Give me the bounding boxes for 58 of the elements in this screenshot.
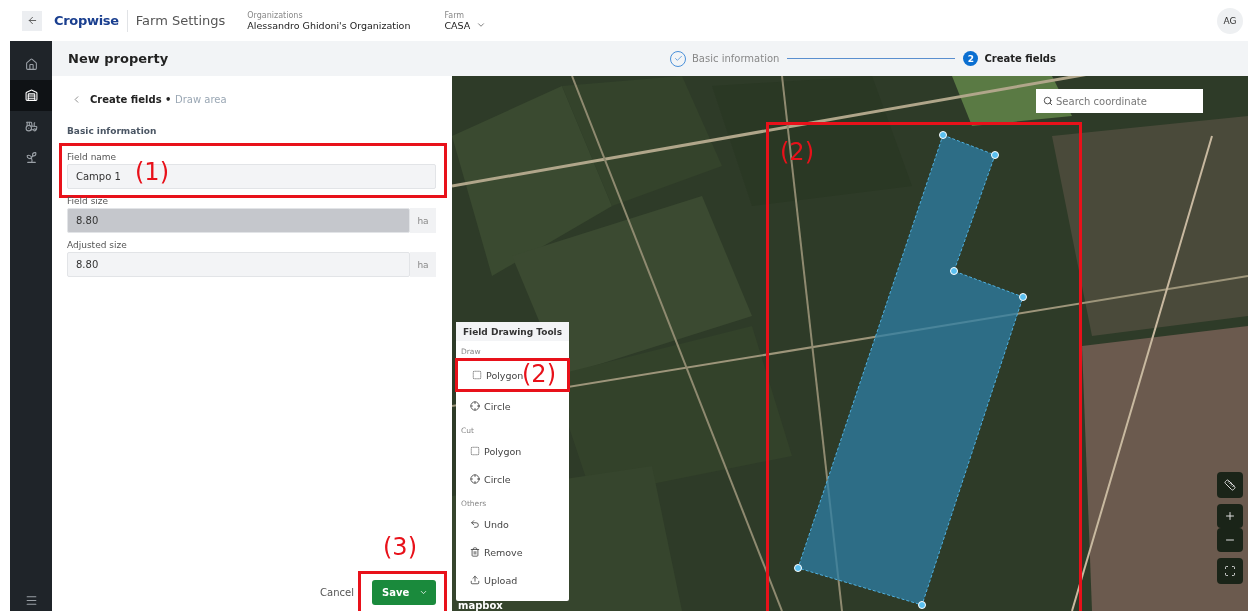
tool-item[interactable]: Remove — [456, 538, 569, 566]
arrow-left-icon — [26, 15, 38, 26]
zoom-in-button[interactable] — [1217, 504, 1243, 528]
chevron-down-icon — [419, 588, 428, 597]
home-icon — [24, 58, 38, 71]
unit-label: ha — [410, 252, 436, 277]
sprout-icon — [24, 151, 38, 164]
field-label: Adjusted size — [67, 240, 128, 250]
brand-logo: Cropwise — [54, 13, 119, 28]
tool-item[interactable]: Upload — [456, 566, 569, 594]
page-title: New property — [68, 51, 170, 66]
undo-icon — [470, 519, 480, 529]
square-dashed-icon — [470, 446, 480, 456]
crosshair-icon — [470, 474, 480, 484]
organization-label: Organizations — [247, 10, 304, 20]
fit-frame-icon — [1224, 565, 1236, 577]
input-field[interactable]: 8.80 — [67, 252, 410, 277]
annotation-label: (3) — [383, 535, 417, 559]
field-label: Field name — [67, 152, 118, 162]
map-attribution: mapbox — [458, 600, 503, 611]
square-dashed-icon — [472, 370, 482, 380]
search-field[interactable]: Search coordinate — [1036, 89, 1203, 113]
zoom-out-button[interactable] — [1217, 528, 1243, 552]
tool-item[interactable]: Undo — [456, 510, 569, 538]
save-button[interactable]: Save — [372, 580, 436, 605]
step-number: 2 — [963, 51, 979, 66]
trash-icon — [470, 547, 480, 557]
user-avatar[interactable]: AG — [1217, 7, 1243, 34]
tool-item[interactable]: Circle — [456, 465, 569, 493]
chevron-down-icon[interactable] — [476, 20, 487, 30]
measure-button[interactable] — [1217, 472, 1243, 498]
section-title: Basic information — [67, 126, 158, 136]
step-label: Basic information — [692, 53, 780, 64]
warehouse-icon — [24, 89, 38, 102]
panel-title: Field Drawing Tools — [456, 322, 569, 341]
back-button[interactable] — [22, 10, 42, 31]
ruler-icon — [1224, 479, 1236, 491]
nav-rail-item[interactable] — [10, 80, 52, 111]
fit-view-button[interactable] — [1217, 558, 1243, 584]
search-icon — [1043, 96, 1053, 106]
annotation-label: (2) — [780, 140, 814, 164]
organization-name[interactable]: Alessandro Ghidoni's Organization — [247, 19, 411, 31]
tractor-icon — [24, 120, 38, 133]
cancel-button[interactable]: Cancel — [320, 587, 354, 598]
upload-icon — [470, 575, 480, 585]
tool-item[interactable]: Polygon — [456, 437, 569, 465]
farm-name[interactable]: CASA — [444, 19, 471, 31]
field-label: Field size — [67, 196, 110, 206]
crosshair-icon — [470, 401, 480, 411]
unit-label: ha — [410, 208, 436, 233]
farm-label: Farm — [444, 10, 466, 20]
tool-item[interactable]: Circle — [456, 392, 569, 420]
breadcrumb: Create fields • Draw area — [90, 94, 227, 105]
plus-icon — [1224, 510, 1236, 522]
menu-button[interactable] — [24, 594, 38, 607]
annotation-label: (2) — [522, 362, 556, 386]
app-title: Farm Settings — [135, 13, 226, 28]
step-label: Create fields — [984, 53, 1056, 64]
